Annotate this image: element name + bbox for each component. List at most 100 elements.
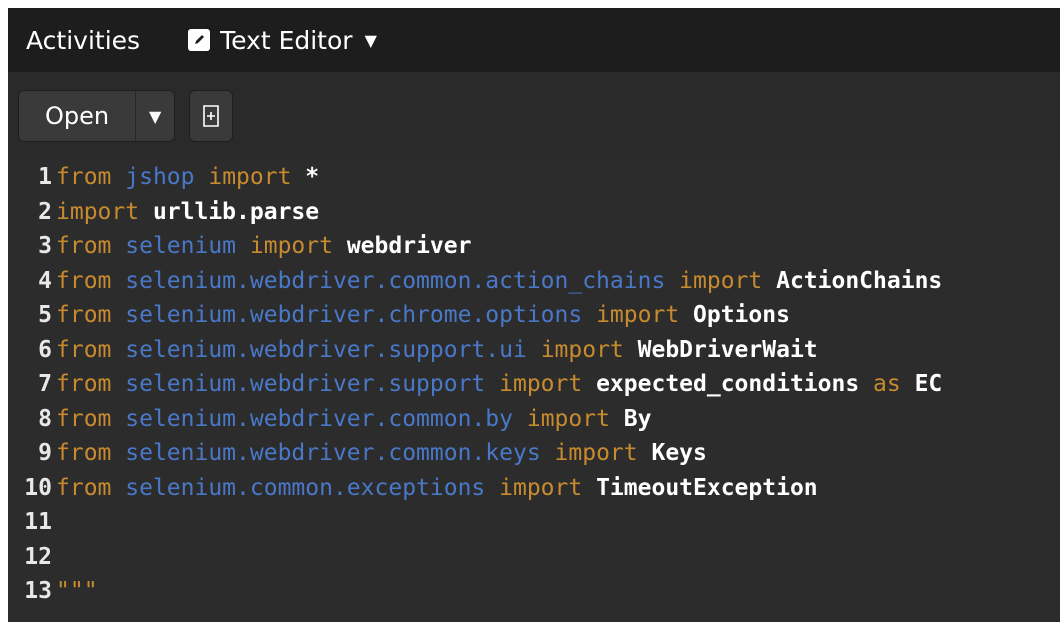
code-token: from [56,267,112,294]
app-menu-label: Text Editor [220,25,353,55]
code-text: from jshop import * [56,160,319,195]
code-token: selenium.webdriver.support.ui [125,336,527,363]
code-token: Keys [637,440,707,466]
code-token: TimeoutException [582,474,818,501]
code-token: import [499,371,583,397]
code-line[interactable]: 6 from selenium.webdriver.support.ui impo… [8,333,1060,368]
text-editor-window: Activities Text Editor ▼ Open ▼ 1 from js… [8,8,1060,622]
code-line[interactable]: 9 from selenium.webdriver.common.keys imp… [8,436,1060,471]
line-number: 13 [24,578,52,604]
code-token: from [56,371,112,397]
code-token: EC [900,371,943,397]
open-button[interactable]: Open [19,91,135,141]
code-text: from selenium.webdriver.common.keys impo… [56,436,707,471]
line-number: 11 [24,509,52,535]
line-number: 12 [24,543,52,570]
code-text: from selenium.webdriver.chrome.options i… [56,298,790,333]
code-line[interactable]: 13 """ [8,574,1060,609]
code-token: expected_conditions [582,371,874,397]
code-token: selenium.webdriver.common.by [125,405,513,432]
new-document-button[interactable] [189,90,234,142]
code-token: WebDriverWait [623,336,818,363]
code-editor[interactable]: 1 from jshop import * 2 import urllib.parse… [8,160,1060,622]
top-bar: Activities Text Editor ▼ [8,8,1060,72]
code-line[interactable]: 7 from selenium.webdriver.support import … [8,367,1060,402]
code-token: as [873,371,901,397]
code-line[interactable]: 4 from selenium.webdriver.common.action_c… [8,264,1060,299]
code-token: selenium.common.exceptions [125,474,486,501]
activities-button[interactable]: Activities [26,26,140,55]
app-menu[interactable]: Text Editor ▼ [188,26,377,55]
code-token: selenium.webdriver.common.action_chains [125,267,666,294]
code-text: from selenium.common.exceptions import T… [56,471,818,506]
line-number: 10 [24,474,52,501]
line-number: 3 [38,233,52,259]
code-token: import [208,164,292,190]
code-token: * [291,164,320,190]
code-token: import [249,233,333,259]
code-token: selenium [125,233,237,259]
code-token: from [56,474,112,501]
code-token: import [526,405,610,432]
code-token: from [56,405,112,432]
code-token: from [56,233,112,259]
code-token: webdriver [332,233,472,259]
code-text: from selenium import webdriver [56,229,471,264]
line-number: 4 [38,267,52,294]
line-number: 2 [38,198,52,225]
open-button-group: Open ▼ [18,90,176,142]
code-token: selenium.webdriver.chrome.options [125,302,583,328]
line-number: 8 [38,405,52,432]
code-text: """ [56,574,98,609]
code-token: import [679,267,763,294]
code-token: By [609,405,652,432]
code-token: import [56,198,140,225]
new-document-icon [203,105,219,127]
line-number: 6 [38,336,52,363]
line-number: 9 [38,440,52,466]
code-line[interactable]: 2 import urllib.parse [8,195,1060,230]
code-line[interactable]: 1 from jshop import * [8,160,1060,195]
code-token: urllib.parse [139,198,320,225]
text-editor-icon [188,29,211,51]
code-line[interactable]: 8 from selenium.webdriver.common.by impor… [8,402,1060,437]
code-token: from [56,336,112,363]
code-token: from [56,440,112,466]
code-text: from selenium.webdriver.support.ui impor… [56,333,818,368]
code-text: import urllib.parse [56,195,319,230]
code-line[interactable]: 5 from selenium.webdriver.chrome.options … [8,298,1060,333]
code-token: selenium.webdriver.support [125,371,486,397]
open-recent-dropdown-button[interactable]: ▼ [135,91,174,141]
code-line[interactable]: 10 from selenium.common.exceptions import… [8,471,1060,506]
code-text: from selenium.webdriver.support import e… [56,367,942,402]
code-line[interactable]: 11 [8,505,1060,540]
line-number: 1 [38,164,52,190]
code-token: ActionChains [762,267,943,294]
code-text: from selenium.webdriver.common.by import… [56,402,651,437]
code-token: Options [679,302,790,328]
code-token: import [540,336,624,363]
code-token: import [499,474,583,501]
header-bar: Open ▼ [8,72,1060,160]
code-line[interactable]: 3 from selenium import webdriver [8,229,1060,264]
code-line[interactable]: 12 [8,540,1060,575]
chevron-down-icon: ▼ [364,30,377,50]
code-text: from selenium.webdriver.common.action_ch… [56,264,942,299]
line-number: 5 [38,302,52,328]
code-token: import [554,440,638,466]
code-token: from [56,302,112,328]
